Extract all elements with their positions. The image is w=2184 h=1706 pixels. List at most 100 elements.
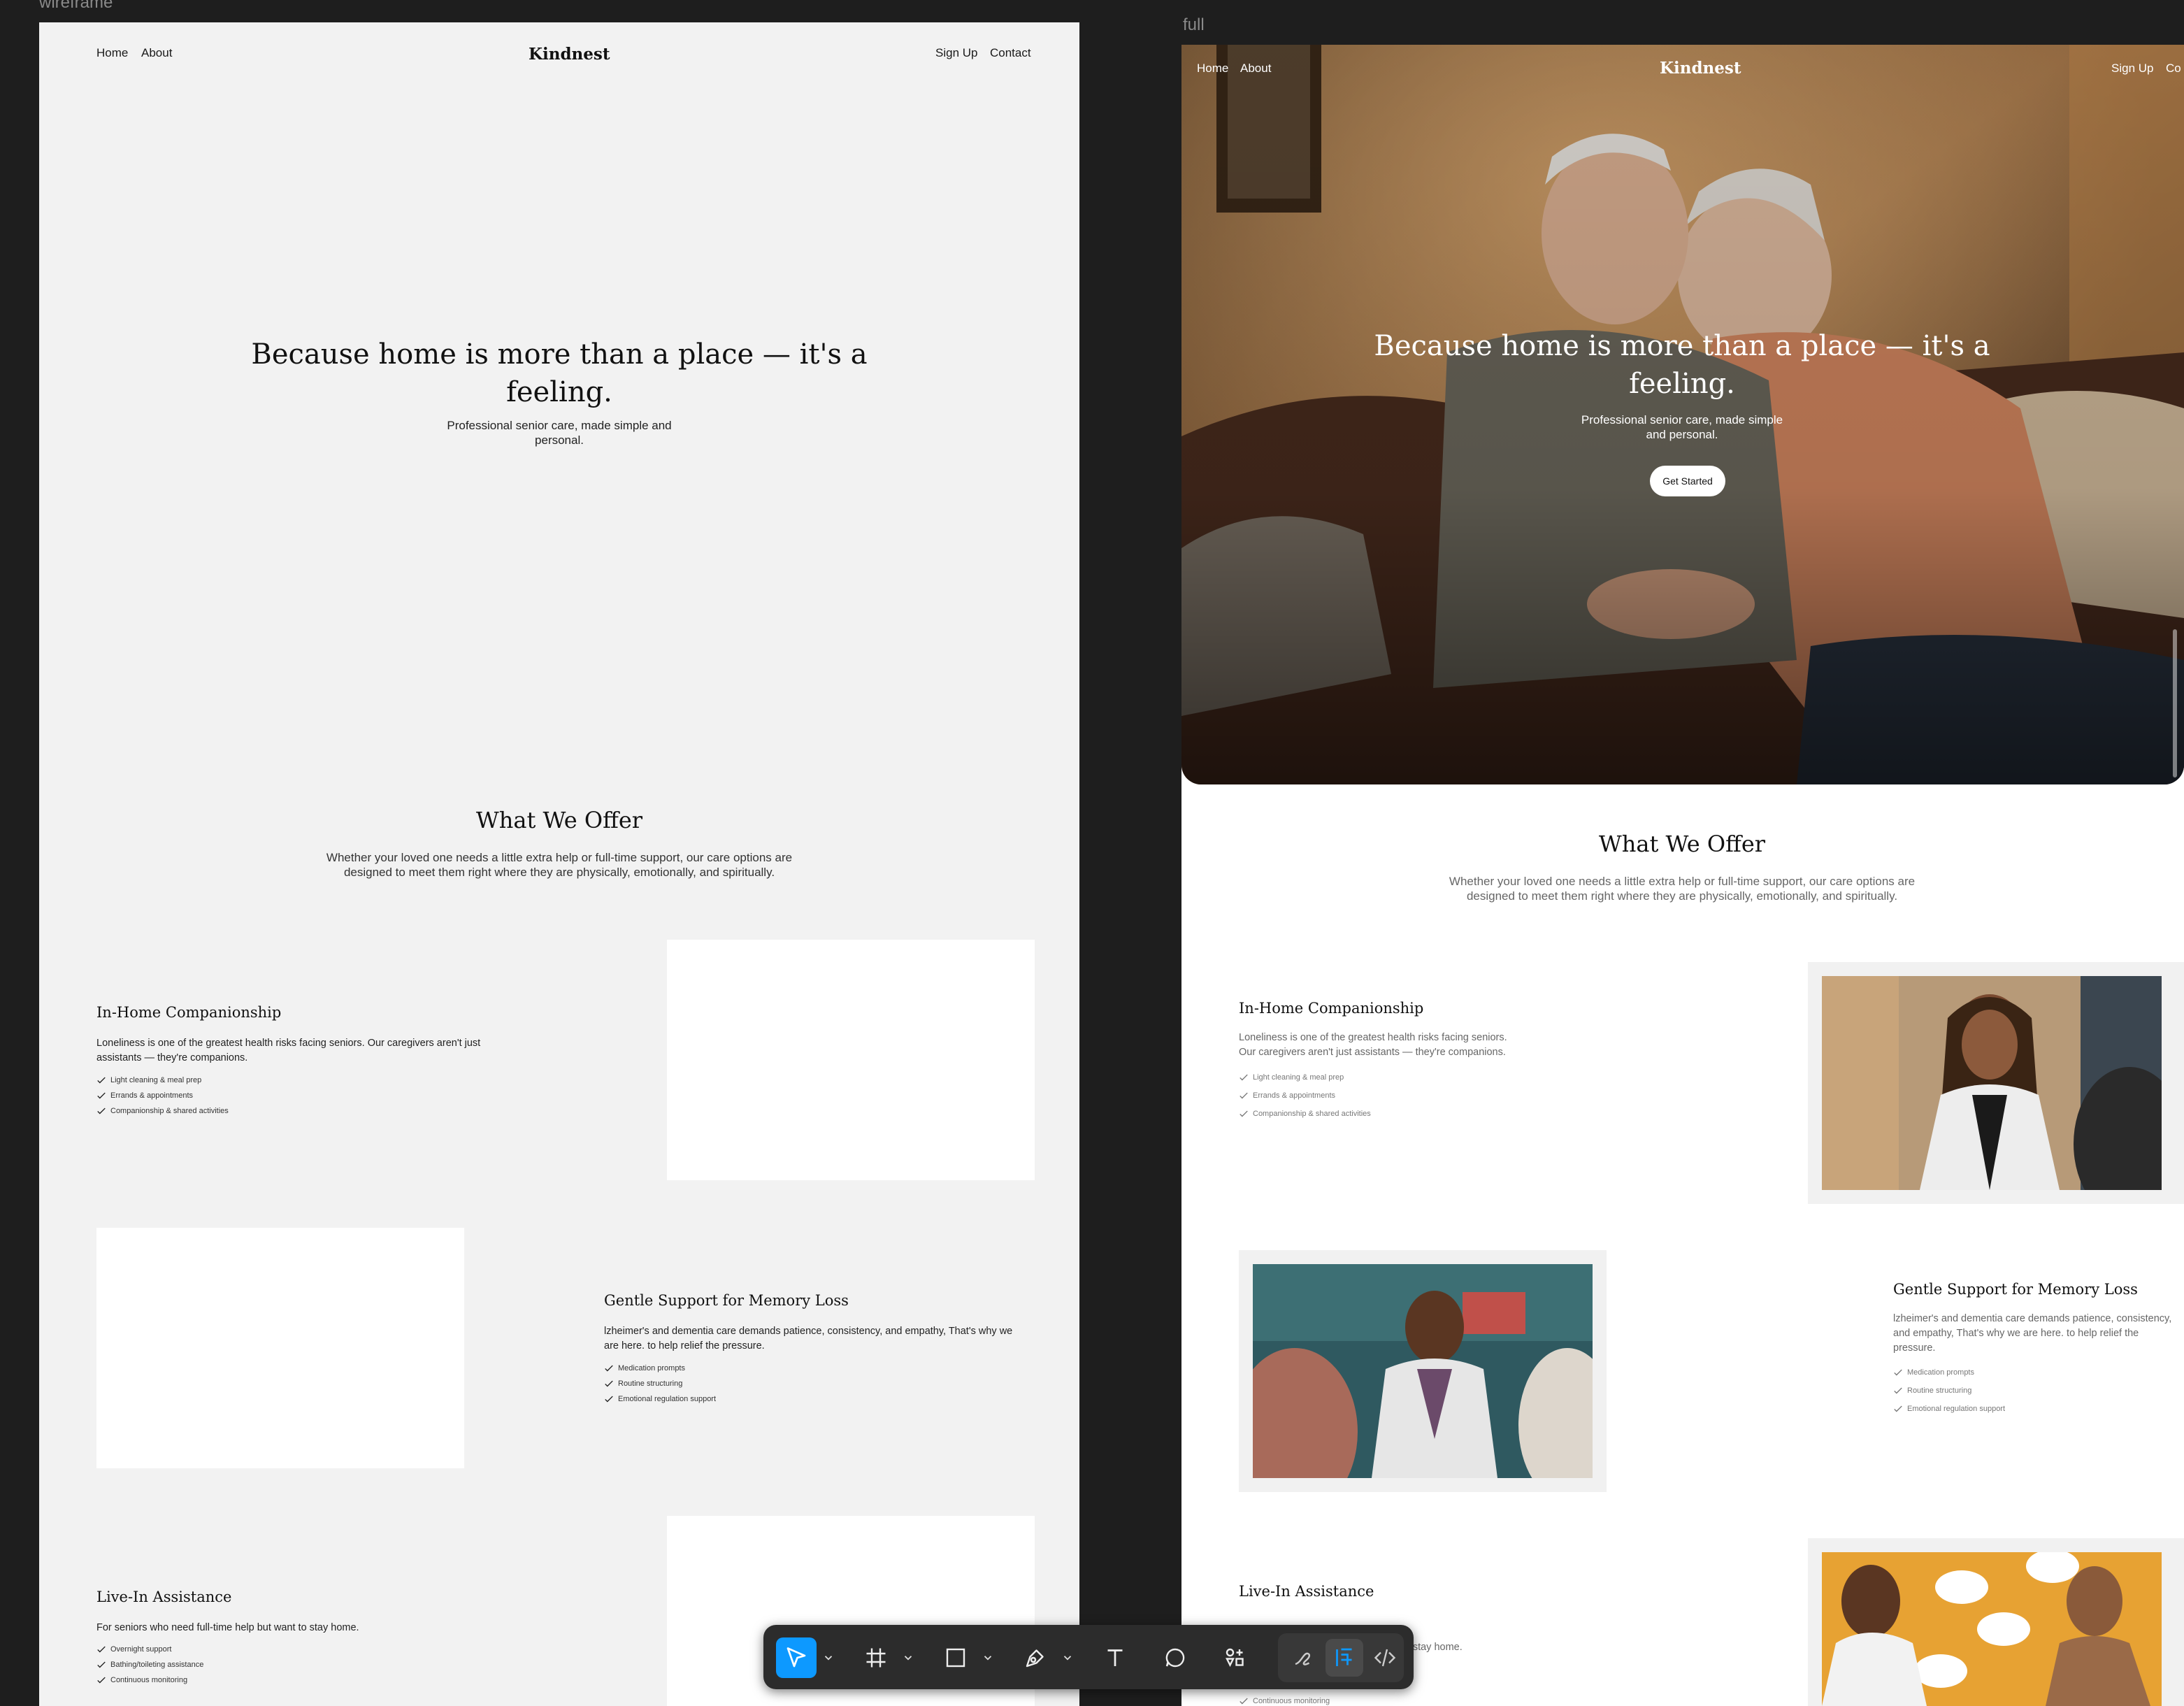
hero-subtitle-line: and personal. [1646,428,1718,441]
list-item: Companionship & shared activities [1239,1105,1371,1123]
service-description: Loneliness is one of the greatest health… [96,1036,530,1066]
dev-mode-button[interactable] [1366,1639,1404,1677]
chevron-down-icon[interactable] [1061,1651,1074,1664]
draw-icon [1295,1652,1310,1665]
service-title: Live-In Assistance [96,1589,232,1605]
offer-subtitle-line: designed to meet them right where they a… [343,866,775,879]
nav-about-link[interactable]: About [1240,62,1271,76]
offer-title: What We Offer [1598,831,1766,857]
comment-tool-button[interactable] [1155,1637,1195,1678]
service-description-line: pressure. [1893,1342,1936,1354]
check-icon [605,1396,613,1403]
list-item: Light cleaning & meal prep [96,1073,229,1088]
service-feature-list: Overnight support Bathing/toileting assi… [96,1642,203,1688]
check-icon [1240,1698,1248,1705]
check-icon [97,1108,106,1114]
service-description-line: and empathy, That's why we are here. to … [1893,1328,2139,1339]
text-tool-button[interactable] [1095,1637,1135,1678]
nav-signup-link[interactable]: Sign Up [2111,62,2153,76]
brand-logo[interactable]: Kindnest [1660,59,1741,78]
image-placeholder[interactable] [96,1228,464,1468]
scrollbar[interactable] [2173,629,2177,777]
brand-logo[interactable]: Kindnest [529,45,610,64]
actions-tool-button[interactable] [1215,1637,1256,1678]
offer-subtitle-line: Whether your loved one needs a little ex… [326,851,793,864]
frame-tool-button[interactable] [856,1637,896,1678]
full-design-frame[interactable]: Home About Kindnest Sign Up Co Because h… [1181,45,2184,1706]
check-icon [97,1092,106,1099]
list-item: Overnight support [96,1642,203,1657]
code-icon [1374,1649,1396,1667]
list-item: Continuous monitoring [96,1672,203,1688]
check-icon [97,1661,106,1668]
hero-subtitle-line: Professional senior care, made simple [1581,413,1783,426]
check-icon [1240,1110,1248,1117]
service-description-line: lzheimer's and dementia care demands pat… [604,1326,1013,1337]
service-feature-list: Medication prompts Routine structuring E… [604,1361,716,1407]
check-icon [1240,1074,1248,1081]
offer-subtitle: Whether your loved one needs a little ex… [1332,874,2032,903]
service-image-card[interactable] [1808,962,2184,1204]
list-item: Companionship & shared activities [96,1103,229,1119]
list-item: Emotional regulation support [1893,1400,2005,1418]
hero-title-line: feeling. [1629,368,1735,400]
check-icon [1240,1092,1248,1099]
comment-icon [1165,1648,1185,1668]
list-item: Medication prompts [1893,1363,2005,1382]
check-icon [1894,1405,1902,1412]
list-item: Errands & appointments [1239,1087,1371,1105]
check-icon [97,1677,106,1684]
service-description-line: lzheimer's and dementia care demands pat… [1893,1313,2172,1324]
check-icon [1894,1387,1902,1394]
offer-subtitle: Whether your loved one needs a little ex… [210,850,909,880]
wireframe-frame[interactable]: Home About Kindnest Sign Up Contact Beca… [39,22,1079,1706]
hero-title-line: Because home is more than a place — it's… [251,338,868,371]
move-tool-button[interactable] [776,1637,817,1678]
service-title: Gentle Support for Memory Loss [604,1292,849,1309]
get-started-button[interactable]: Get Started [1650,466,1725,496]
check-icon [605,1380,613,1387]
offer-title: What We Offer [475,807,643,833]
nav-home-link[interactable]: Home [96,46,128,60]
check-icon [97,1077,106,1084]
live-in-care-photo-illustration [1822,1552,2162,1706]
chevron-down-icon[interactable] [982,1651,994,1664]
list-item: Bathing/toileting assistance [96,1657,203,1672]
chevron-down-icon[interactable] [822,1651,835,1664]
check-icon [97,1646,106,1653]
hero-subtitle: Professional senior care, made simple an… [1542,413,1822,442]
nav-contact-link[interactable]: Contact [990,46,1031,60]
full-frame-label[interactable]: full [1183,15,1205,35]
pen-tool-button[interactable] [1015,1637,1056,1678]
service-image-card[interactable] [1239,1250,1607,1492]
list-item: Light cleaning & meal prep [1239,1068,1371,1087]
service-feature-list: Continuous monitoring [1239,1692,1330,1706]
service-description: lzheimer's and dementia care demands pat… [1893,1312,2184,1356]
service-title: In-Home Companionship [1239,1000,1424,1017]
frame-icon [866,1648,886,1668]
nav-about-link[interactable]: About [141,46,172,60]
check-icon [1894,1369,1902,1376]
nav-contact-link[interactable]: Co [2166,62,2181,76]
nav-home-link[interactable]: Home [1197,62,1228,76]
hero-subtitle-line: Professional senior care, made simple an… [447,419,672,432]
list-item: Emotional regulation support [604,1391,716,1407]
list-item: Routine structuring [1893,1382,2005,1400]
design-mode-button[interactable] [1326,1639,1363,1677]
nav-signup-link[interactable]: Sign Up [935,46,977,60]
service-image-card[interactable] [1808,1538,2184,1706]
list-item: Medication prompts [604,1361,716,1376]
wireframe-frame-label[interactable]: wireframe [39,0,113,13]
rectangle-tool-button[interactable] [935,1637,976,1678]
image-placeholder[interactable] [667,940,1035,1180]
service-title: In-Home Companionship [96,1004,282,1021]
chevron-down-icon[interactable] [902,1651,914,1664]
hero-subtitle: Professional senior care, made simple an… [419,418,699,447]
offer-subtitle-line: Whether your loved one needs a little ex… [1449,875,1916,888]
hero-title-line: Because home is more than a place — it's… [1374,330,1990,362]
service-description: lzheimer's and dementia care demands pat… [604,1324,1051,1354]
hero-title-line: feeling. [506,376,612,408]
draw-mode-button[interactable] [1285,1639,1323,1677]
service-description-line: Loneliness is one of the greatest health… [1239,1032,1507,1043]
pen-icon [1026,1649,1044,1668]
